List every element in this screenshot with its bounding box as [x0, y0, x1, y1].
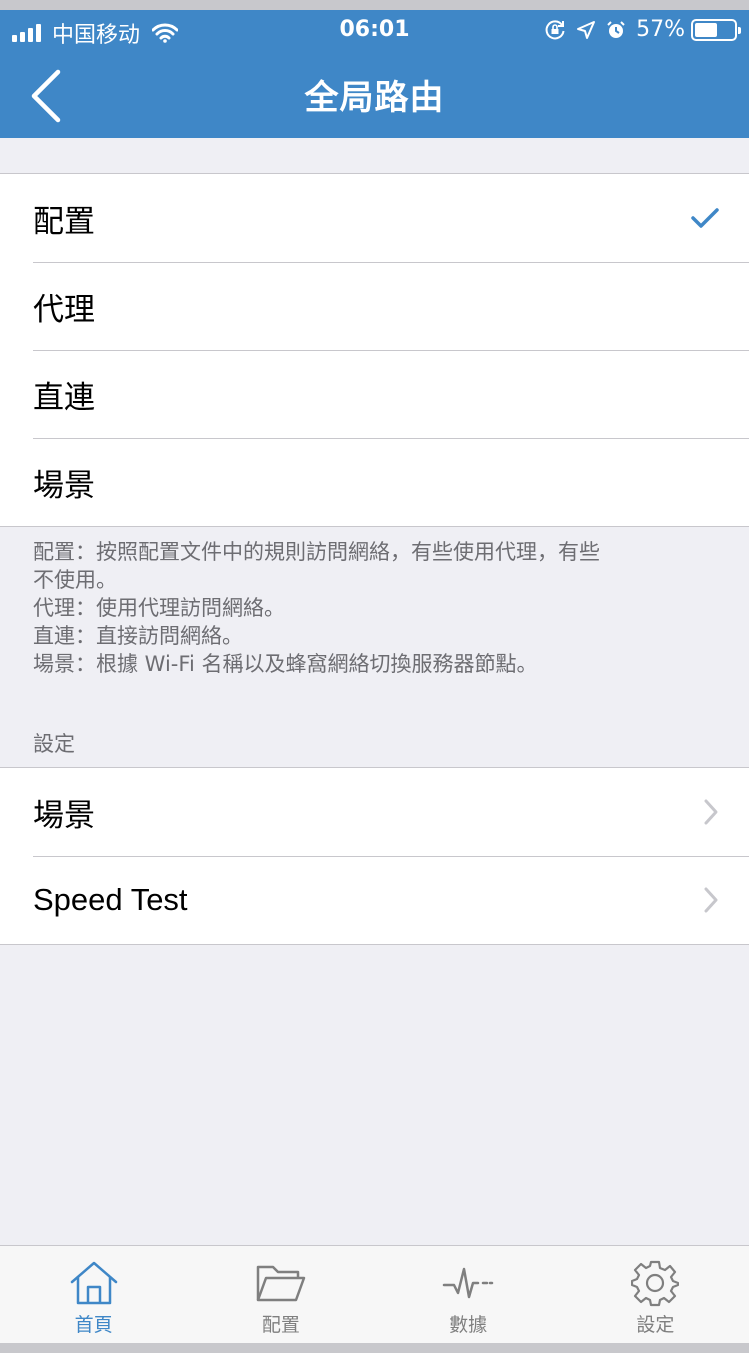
routing-option-label: 代理 — [33, 291, 95, 328]
tab-label: 首頁 — [74, 1314, 113, 1336]
chevron-right-icon — [703, 768, 719, 856]
description-line: 場景：根據 Wi-Fi 名稱以及蜂窩網絡切換服務器節點。 — [33, 652, 538, 676]
location-icon — [576, 20, 596, 40]
chevron-right-icon — [703, 856, 719, 944]
pulse-icon — [442, 1258, 494, 1308]
battery-icon — [691, 18, 741, 41]
nav-header: 中国移动 06:01 57% 全局路由 — [0, 10, 749, 138]
status-right: 57% — [544, 17, 741, 42]
description-line: 直連：直接訪問網絡。 — [33, 624, 243, 648]
settings-item-label: 場景 — [33, 797, 95, 834]
battery-level — [695, 22, 717, 37]
settings-section-header: 設定 — [33, 732, 75, 756]
tab-label: 配置 — [261, 1314, 300, 1336]
tab-bar: 首頁 配置 數據 設定 — [0, 1245, 749, 1343]
settings-item-label: Speed Test — [33, 882, 188, 917]
tab-label: 數據 — [449, 1314, 488, 1336]
tab-data[interactable]: 數據 — [375, 1246, 562, 1343]
tab-label: 設定 — [636, 1314, 675, 1336]
description-line: 配置：按照配置文件中的規則訪問網絡，有些使用代理，有些 — [33, 540, 600, 564]
routing-option-label: 場景 — [33, 467, 95, 504]
rotation-lock-icon — [544, 19, 566, 41]
status-bar: 中国移动 06:01 57% — [0, 10, 749, 52]
description-line: 不使用。 — [33, 568, 117, 592]
settings-item-scene[interactable]: 場景 — [0, 768, 749, 856]
tab-settings[interactable]: 設定 — [562, 1246, 749, 1343]
battery-percent: 57% — [636, 17, 685, 42]
routing-option-proxy[interactable]: 代理 — [0, 262, 749, 350]
settings-item-speed-test[interactable]: Speed Test — [0, 856, 749, 944]
checkmark-icon — [691, 174, 719, 262]
routing-option-config[interactable]: 配置 — [0, 174, 749, 262]
home-icon — [69, 1258, 119, 1308]
description-line: 代理：使用代理訪問網絡。 — [33, 596, 285, 620]
page-title: 全局路由 — [304, 78, 445, 118]
routing-option-scene[interactable]: 場景 — [0, 438, 749, 526]
routing-description: 配置：按照配置文件中的規則訪問網絡，有些使用代理，有些 不使用。 代理：使用代理… — [33, 538, 713, 678]
settings-list: 場景 Speed Test — [0, 767, 749, 945]
tab-home[interactable]: 首頁 — [0, 1246, 187, 1343]
alarm-icon — [606, 20, 626, 40]
routing-option-label: 直連 — [33, 379, 95, 416]
folder-icon — [255, 1258, 307, 1308]
app-screen: 中国移动 06:01 57% 全局路由 配置 代理 直連 場景 配置：按照配置文… — [0, 10, 749, 1343]
routing-options-list: 配置 代理 直連 場景 — [0, 173, 749, 527]
routing-option-label: 配置 — [33, 203, 95, 240]
tab-config[interactable]: 配置 — [187, 1246, 374, 1343]
gear-icon — [631, 1258, 680, 1308]
routing-option-direct[interactable]: 直連 — [0, 350, 749, 438]
